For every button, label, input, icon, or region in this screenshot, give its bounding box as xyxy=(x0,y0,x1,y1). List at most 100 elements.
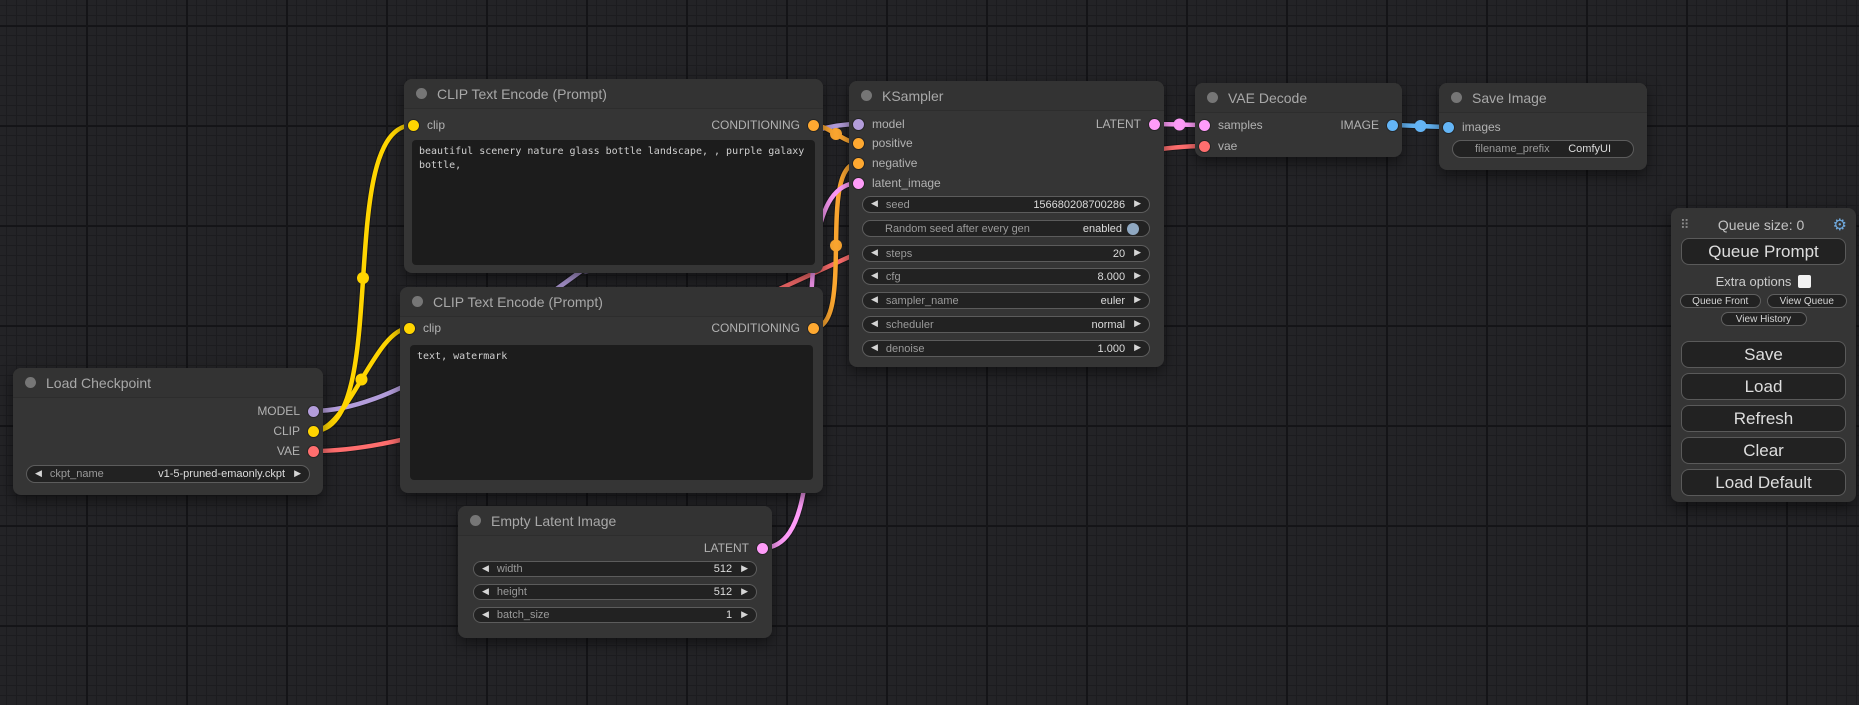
view-history-button[interactable]: View History xyxy=(1721,312,1807,326)
save-button[interactable]: Save xyxy=(1681,341,1846,368)
clip-output-dot[interactable] xyxy=(308,426,319,437)
sampler-name-widget[interactable]: ◀ sampler_name euler ▶ xyxy=(862,292,1150,309)
right-arrow-icon[interactable]: ▶ xyxy=(741,588,748,597)
drag-handle-icon[interactable]: ⠿ xyxy=(1680,219,1690,232)
right-arrow-icon[interactable]: ▶ xyxy=(1134,296,1141,305)
input-slot-positive: positive xyxy=(853,135,913,151)
batch-size-widget[interactable]: ◀ batch_size 1 ▶ xyxy=(473,607,757,623)
load-button[interactable]: Load xyxy=(1681,373,1846,400)
node-title: KSampler xyxy=(882,88,943,104)
toggle-on-icon[interactable] xyxy=(1127,223,1139,235)
conditioning-input-dot[interactable] xyxy=(853,138,864,149)
vae-output-dot[interactable] xyxy=(308,446,319,457)
node-vae-decode[interactable]: VAE Decode samples vae IMAGE xyxy=(1195,83,1402,157)
conditioning-output-dot[interactable] xyxy=(808,323,819,334)
clip-input-dot[interactable] xyxy=(404,323,415,334)
node-title-bar[interactable]: CLIP Text Encode (Prompt) xyxy=(404,79,823,109)
input-slot-vae: vae xyxy=(1199,138,1237,154)
cfg-widget[interactable]: ◀ cfg 8.000 ▶ xyxy=(862,268,1150,285)
node-title-bar[interactable]: CLIP Text Encode (Prompt) xyxy=(400,287,823,317)
node-graph-canvas[interactable]: Load Checkpoint MODEL CLIP VAE ◀ ckpt_na… xyxy=(0,0,1859,705)
widget-value: 1 xyxy=(726,609,732,621)
node-title: CLIP Text Encode (Prompt) xyxy=(437,86,607,102)
left-arrow-icon[interactable]: ◀ xyxy=(871,296,878,305)
node-title: Save Image xyxy=(1472,90,1547,106)
widget-value: 8.000 xyxy=(1098,271,1126,283)
widget-value: euler xyxy=(1101,295,1125,307)
node-clip-text-encode-negative[interactable]: CLIP Text Encode (Prompt) clip CONDITION… xyxy=(400,287,823,493)
queue-prompt-button[interactable]: Queue Prompt xyxy=(1681,238,1846,265)
conditioning-output-dot[interactable] xyxy=(808,120,819,131)
gear-icon[interactable]: ⚙ xyxy=(1833,217,1847,233)
wire-midpoint-dot xyxy=(830,128,842,140)
node-title-bar[interactable]: Load Checkpoint xyxy=(13,368,323,398)
right-arrow-icon[interactable]: ▶ xyxy=(1134,320,1141,329)
image-input-dot[interactable] xyxy=(1443,122,1454,133)
widget-value: 156680208700286 xyxy=(1033,199,1125,211)
slot-label: CONDITIONING xyxy=(711,118,800,132)
view-queue-button[interactable]: View Queue xyxy=(1767,294,1848,308)
left-arrow-icon[interactable]: ◀ xyxy=(871,320,878,329)
latent-output-dot[interactable] xyxy=(757,543,768,554)
node-ksampler[interactable]: KSampler model positive negative latent_… xyxy=(849,81,1164,367)
node-title-bar[interactable]: KSampler xyxy=(849,81,1164,111)
node-clip-text-encode-positive[interactable]: CLIP Text Encode (Prompt) clip CONDITION… xyxy=(404,79,823,273)
right-arrow-icon[interactable]: ▶ xyxy=(294,470,301,479)
widget-name: filename_prefix xyxy=(1475,143,1550,155)
left-arrow-icon[interactable]: ◀ xyxy=(35,470,42,479)
refresh-button[interactable]: Refresh xyxy=(1681,405,1846,432)
extra-options-checkbox[interactable] xyxy=(1798,275,1811,288)
node-empty-latent-image[interactable]: Empty Latent Image LATENT ◀ width 512 ▶ … xyxy=(458,506,772,638)
image-output-dot[interactable] xyxy=(1387,120,1398,131)
slot-label: CONDITIONING xyxy=(711,321,800,335)
right-arrow-icon[interactable]: ▶ xyxy=(741,611,748,620)
output-slot-model: MODEL xyxy=(257,403,319,419)
left-arrow-icon[interactable]: ◀ xyxy=(871,249,878,258)
denoise-widget[interactable]: ◀ denoise 1.000 ▶ xyxy=(862,340,1150,357)
load-default-button[interactable]: Load Default xyxy=(1681,469,1846,496)
node-status-dot-icon xyxy=(412,296,423,307)
height-widget[interactable]: ◀ height 512 ▶ xyxy=(473,584,757,600)
slot-label: negative xyxy=(872,156,917,170)
node-load-checkpoint[interactable]: Load Checkpoint MODEL CLIP VAE ◀ ckpt_na… xyxy=(13,368,323,495)
widget-value: ComfyUI xyxy=(1568,143,1611,155)
input-slot-clip: clip xyxy=(404,320,441,336)
right-arrow-icon[interactable]: ▶ xyxy=(1134,200,1141,209)
steps-widget[interactable]: ◀ steps 20 ▶ xyxy=(862,245,1150,262)
node-title-bar[interactable]: Empty Latent Image xyxy=(458,506,772,536)
width-widget[interactable]: ◀ width 512 ▶ xyxy=(473,561,757,577)
random-seed-toggle-widget[interactable]: Random seed after every gen enabled xyxy=(862,220,1150,237)
node-save-image[interactable]: Save Image images filename_prefix ComfyU… xyxy=(1439,83,1647,170)
conditioning-input-dot[interactable] xyxy=(853,158,864,169)
prompt-textarea[interactable]: text, watermark xyxy=(410,345,813,480)
queue-front-button[interactable]: Queue Front xyxy=(1680,294,1761,308)
left-arrow-icon[interactable]: ◀ xyxy=(482,565,489,574)
seed-widget[interactable]: ◀ seed 156680208700286 ▶ xyxy=(862,196,1150,213)
vae-input-dot[interactable] xyxy=(1199,141,1210,152)
clear-button[interactable]: Clear xyxy=(1681,437,1846,464)
left-arrow-icon[interactable]: ◀ xyxy=(871,344,878,353)
wire-midpoint-dot xyxy=(357,272,369,284)
left-arrow-icon[interactable]: ◀ xyxy=(482,611,489,620)
right-arrow-icon[interactable]: ▶ xyxy=(1134,344,1141,353)
left-arrow-icon[interactable]: ◀ xyxy=(482,588,489,597)
slot-label: clip xyxy=(427,118,445,132)
prompt-textarea[interactable]: beautiful scenery nature glass bottle la… xyxy=(412,140,815,265)
right-arrow-icon[interactable]: ▶ xyxy=(1134,249,1141,258)
model-input-dot[interactable] xyxy=(853,119,864,130)
right-arrow-icon[interactable]: ▶ xyxy=(741,565,748,574)
latent-input-dot[interactable] xyxy=(853,178,864,189)
latent-output-dot[interactable] xyxy=(1149,119,1160,130)
right-arrow-icon[interactable]: ▶ xyxy=(1134,272,1141,281)
latent-input-dot[interactable] xyxy=(1199,120,1210,131)
node-title-bar[interactable]: VAE Decode xyxy=(1195,83,1402,113)
model-output-dot[interactable] xyxy=(308,406,319,417)
left-arrow-icon[interactable]: ◀ xyxy=(871,272,878,281)
clip-input-dot[interactable] xyxy=(408,120,419,131)
node-title-bar[interactable]: Save Image xyxy=(1439,83,1647,113)
ckpt-name-widget[interactable]: ◀ ckpt_name v1-5-pruned-emaonly.ckpt ▶ xyxy=(26,465,310,483)
scheduler-widget[interactable]: ◀ scheduler normal ▶ xyxy=(862,316,1150,333)
left-arrow-icon[interactable]: ◀ xyxy=(871,200,878,209)
widget-value: v1-5-pruned-emaonly.ckpt xyxy=(158,468,285,480)
filename-prefix-widget[interactable]: filename_prefix ComfyUI xyxy=(1452,140,1634,158)
